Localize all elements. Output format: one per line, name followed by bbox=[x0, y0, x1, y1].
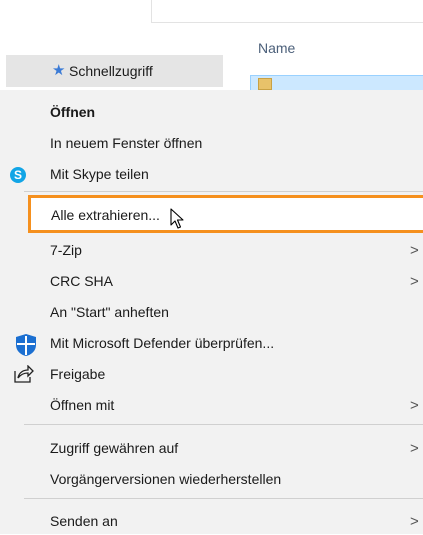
menu-item-grant-access[interactable]: Zugriff gewähren auf > bbox=[0, 436, 423, 462]
chevron-right-icon: > bbox=[410, 513, 419, 530]
mouse-cursor-icon bbox=[170, 208, 184, 233]
menu-item-label: An "Start" anheften bbox=[50, 304, 169, 320]
defender-shield-icon bbox=[14, 333, 38, 360]
chevron-right-icon: > bbox=[410, 397, 419, 414]
menu-item-defender-scan[interactable]: Mit Microsoft Defender überprüfen... bbox=[0, 331, 423, 357]
menu-item-label: Senden an bbox=[50, 513, 118, 529]
skype-icon: S bbox=[10, 167, 26, 183]
menu-item-send-to[interactable]: Senden an > bbox=[0, 509, 423, 535]
menu-separator bbox=[24, 191, 423, 192]
menu-item-label: CRC SHA bbox=[50, 273, 114, 289]
nav-quick-access[interactable]: ★ Schnellzugriff bbox=[6, 55, 223, 87]
menu-item-label: 7-Zip bbox=[50, 242, 82, 258]
share-icon bbox=[14, 364, 34, 386]
star-icon: ★ bbox=[52, 62, 66, 79]
menu-item-open[interactable]: Öffnen bbox=[0, 100, 423, 126]
context-menu: Öffnen In neuem Fenster öffnen S Mit Sky… bbox=[0, 90, 423, 534]
menu-item-label: Freigabe bbox=[50, 366, 106, 382]
chevron-right-icon: > bbox=[410, 273, 419, 290]
menu-item-skype-share[interactable]: S Mit Skype teilen bbox=[0, 162, 423, 188]
menu-item-label: Zugriff gewähren auf bbox=[50, 440, 179, 456]
menu-item-label: Alle extrahieren... bbox=[51, 207, 160, 223]
menu-item-label: Mit Skype teilen bbox=[50, 166, 149, 182]
menu-item-open-new-window[interactable]: In neuem Fenster öffnen bbox=[0, 131, 423, 157]
menu-separator bbox=[24, 498, 423, 499]
menu-item-label: Vorgängerversionen wiederherstellen bbox=[50, 471, 282, 487]
menu-item-share[interactable]: Freigabe bbox=[0, 362, 423, 388]
menu-item-extract-all[interactable]: Alle extrahieren... bbox=[28, 195, 423, 233]
menu-item-pin-start[interactable]: An "Start" anheften bbox=[0, 300, 423, 326]
menu-item-crc-sha[interactable]: CRC SHA > bbox=[0, 269, 423, 295]
menu-item-label: Mit Microsoft Defender überprüfen... bbox=[50, 335, 275, 351]
menu-item-open-with[interactable]: Öffnen mit > bbox=[0, 393, 423, 419]
menu-item-restore-versions[interactable]: Vorgängerversionen wiederherstellen bbox=[0, 467, 423, 493]
chevron-right-icon: > bbox=[410, 242, 419, 259]
menu-item-label: In neuem Fenster öffnen bbox=[50, 135, 203, 151]
menu-item-label: Öffnen bbox=[50, 104, 96, 120]
menu-item-label: Öffnen mit bbox=[50, 397, 115, 413]
chevron-right-icon: > bbox=[410, 440, 419, 457]
column-header-name[interactable]: Name bbox=[258, 40, 295, 56]
address-bar-segment[interactable] bbox=[151, 0, 423, 23]
menu-separator bbox=[24, 424, 423, 425]
menu-item-7zip[interactable]: 7-Zip > bbox=[0, 238, 423, 264]
zip-folder-icon bbox=[258, 78, 272, 90]
explorer-header-bar bbox=[0, 0, 423, 23]
nav-quick-access-label: Schnellzugriff bbox=[69, 63, 153, 79]
